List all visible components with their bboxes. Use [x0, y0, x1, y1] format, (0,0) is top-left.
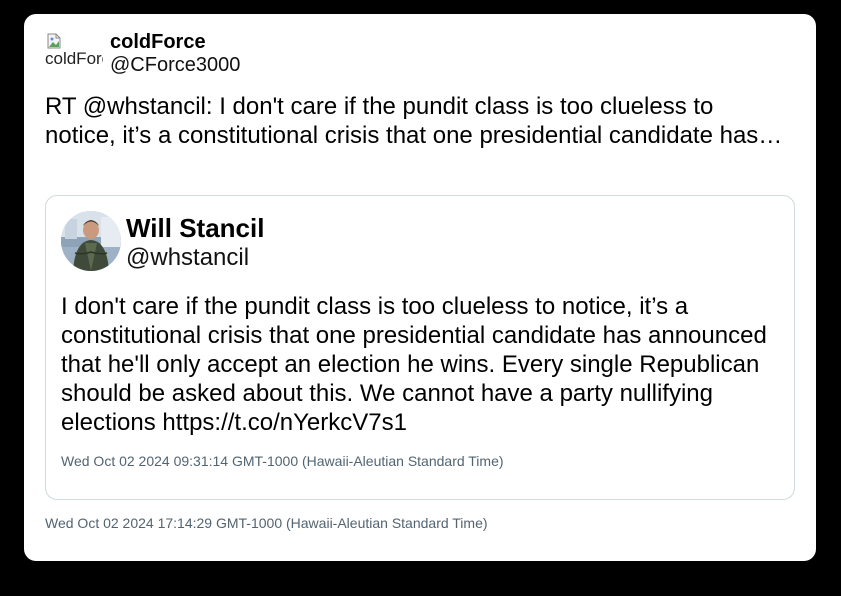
tweet-text: RT @whstancil: I don't care if the pundi…: [45, 93, 783, 149]
quoted-tweet-text: I don't care if the pundit class is too …: [61, 293, 767, 436]
quoted-author-name[interactable]: Will Stancil: [126, 213, 264, 244]
quoted-tweet-timestamp: Wed Oct 02 2024 09:31:14 GMT-1000 (Hawai…: [61, 453, 504, 469]
author-avatar-broken-image[interactable]: coldForce: [45, 33, 103, 67]
quoted-tweet-card[interactable]: Will Stancil @whstancil I don't care if …: [45, 195, 795, 500]
quoted-author-handle[interactable]: @whstancil: [126, 244, 249, 272]
avatar-photo-icon: [61, 211, 121, 271]
quoted-author-avatar[interactable]: [61, 211, 121, 271]
author-handle[interactable]: @CForce3000: [110, 54, 240, 77]
tweet-timestamp: Wed Oct 02 2024 17:14:29 GMT-1000 (Hawai…: [45, 515, 488, 531]
tweet-card: coldForce coldForce @CForce3000 RT @whst…: [24, 14, 816, 561]
avatar-alt-text: coldForce: [45, 49, 103, 67]
broken-image-icon: [47, 33, 61, 49]
author-name[interactable]: coldForce: [110, 31, 206, 54]
